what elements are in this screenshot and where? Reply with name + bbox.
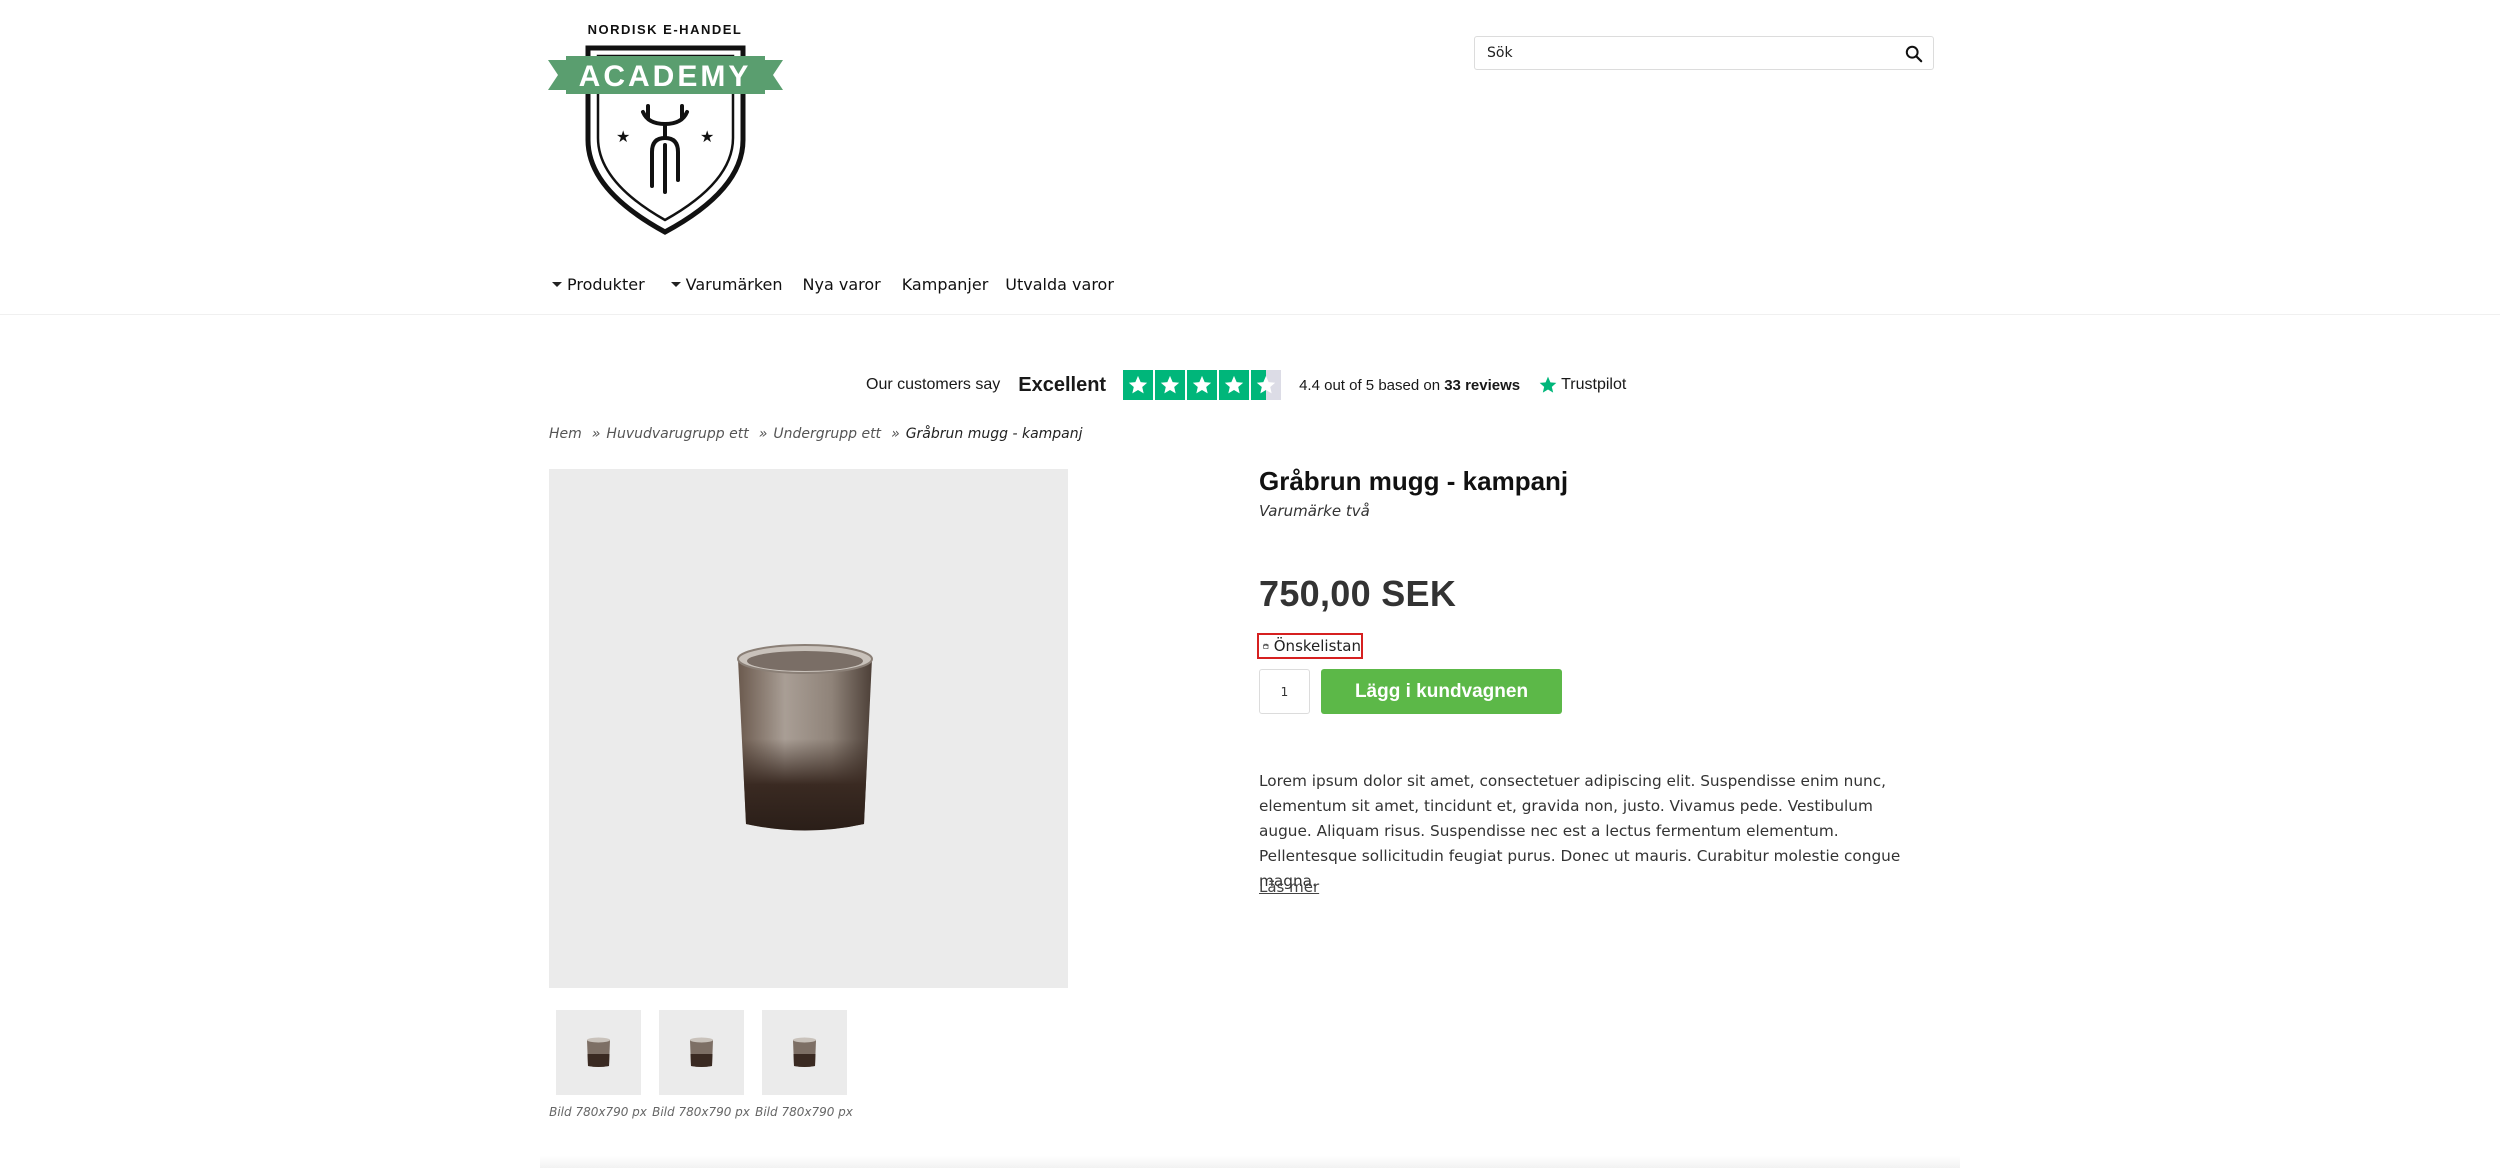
mug-thumbnail-image [793, 1037, 816, 1067]
star-icon [1123, 370, 1154, 400]
breadcrumb-separator: » [591, 426, 601, 442]
trustpilot-score-text: 4.4 out of 5 based on [1299, 376, 1441, 394]
header-divider [0, 314, 2500, 315]
nav-item-produkter[interactable]: Produkter [552, 275, 645, 294]
thumbnail-caption: Bild 780x790 px [755, 1105, 853, 1119]
product-description: Lorem ipsum dolor sit amet, consectetuer… [1259, 772, 1901, 890]
breadcrumb-item-huvudvarugrupp[interactable]: Huvudvarugrupp ett [606, 426, 748, 442]
star-icon [1155, 370, 1186, 400]
nav-item-label: Produkter [567, 274, 645, 294]
site-logo[interactable]: NORDISK E-HANDEL ACADEMY ★ ★ [548, 20, 783, 235]
trustpilot-review-count: 33 reviews [1444, 376, 1521, 394]
nav-item-label: Utvalda varor [1005, 274, 1114, 294]
search-icon[interactable] [1905, 45, 1923, 63]
nav-item-varumarken[interactable]: Varumärken [670, 274, 783, 294]
search-box [1474, 36, 1934, 70]
product-thumbnail[interactable] [762, 1010, 847, 1095]
star-icon [1219, 370, 1250, 400]
quantity-input[interactable] [1259, 669, 1310, 714]
trustpilot-widget[interactable]: Our customers say Excellent 4.4 out of 5… [866, 369, 1626, 401]
trustpilot-stars [1123, 370, 1282, 400]
nav-item-utvalda-varor[interactable]: Utvalda varor [1005, 275, 1114, 294]
product-title: Gråbrun mugg - kampanj [1259, 466, 1569, 496]
product-thumbnail[interactable] [659, 1010, 744, 1095]
svg-text:★: ★ [700, 127, 714, 146]
product-main-image[interactable] [549, 469, 1068, 988]
trustpilot-star-icon [1539, 376, 1557, 393]
nav-item-kampanjer[interactable]: Kampanjer [902, 275, 989, 294]
nav-item-label: Kampanjer [901, 274, 989, 294]
trustpilot-rating-word: Excellent [1018, 373, 1107, 396]
gift-icon [1263, 643, 1269, 649]
product-thumbnail[interactable] [556, 1010, 641, 1095]
breadcrumb-current: Gråbrun mugg - kampanj [905, 426, 1083, 442]
thumbnail-caption: Bild 780x790 px [652, 1105, 750, 1119]
product-brand[interactable]: Varumärke två [1259, 502, 1370, 520]
wishlist-button[interactable]: Önskelistan [1257, 633, 1363, 659]
mug-thumbnail-image [690, 1037, 713, 1067]
logo-top-text: NORDISK E-HANDEL [588, 22, 743, 37]
read-more-link[interactable]: Läs mer [1259, 878, 1319, 896]
mug-thumbnail-image [587, 1037, 610, 1067]
caret-down-icon [552, 281, 562, 287]
product-price: 750,00 SEK [1259, 573, 1457, 614]
trustpilot-brand: Trustpilot [1561, 376, 1627, 393]
search-input[interactable] [1475, 37, 1887, 69]
trustpilot-customers-say: Our customers say [866, 376, 1001, 393]
svg-text:★: ★ [616, 127, 630, 146]
nav-item-label: Varumärken [685, 274, 783, 294]
mug-image [737, 644, 873, 831]
trustpilot-logo: Trustpilot [1538, 375, 1626, 395]
thumbnail-caption: Bild 780x790 px [549, 1105, 647, 1119]
trustpilot-score: 4.4 out of 5 based on 33 reviews [1299, 377, 1520, 394]
add-to-cart-button[interactable]: Lägg i kundvagnen [1321, 669, 1562, 714]
star-icon [1187, 370, 1218, 400]
breadcrumb-item-undergrupp[interactable]: Undergrupp ett [773, 426, 881, 442]
nav-item-nya-varor[interactable]: Nya varor [803, 275, 881, 294]
breadcrumb-separator: » [891, 426, 900, 442]
breadcrumb: Hem » Huvudvarugrupp ett » Undergrupp et… [549, 426, 1083, 442]
breadcrumb-separator: » [758, 426, 768, 442]
main-nav: Produkter Varumärken Nya varor Kampanjer… [552, 270, 1114, 298]
caret-down-icon [670, 281, 681, 287]
nav-item-label: Nya varor [802, 274, 881, 294]
wishlist-label: Önskelistan [1273, 637, 1361, 655]
footer-divider [540, 1156, 1960, 1168]
half-star-icon [1251, 370, 1282, 400]
logo-banner-text: ACADEMY [579, 60, 752, 93]
breadcrumb-item-home[interactable]: Hem [549, 426, 582, 442]
